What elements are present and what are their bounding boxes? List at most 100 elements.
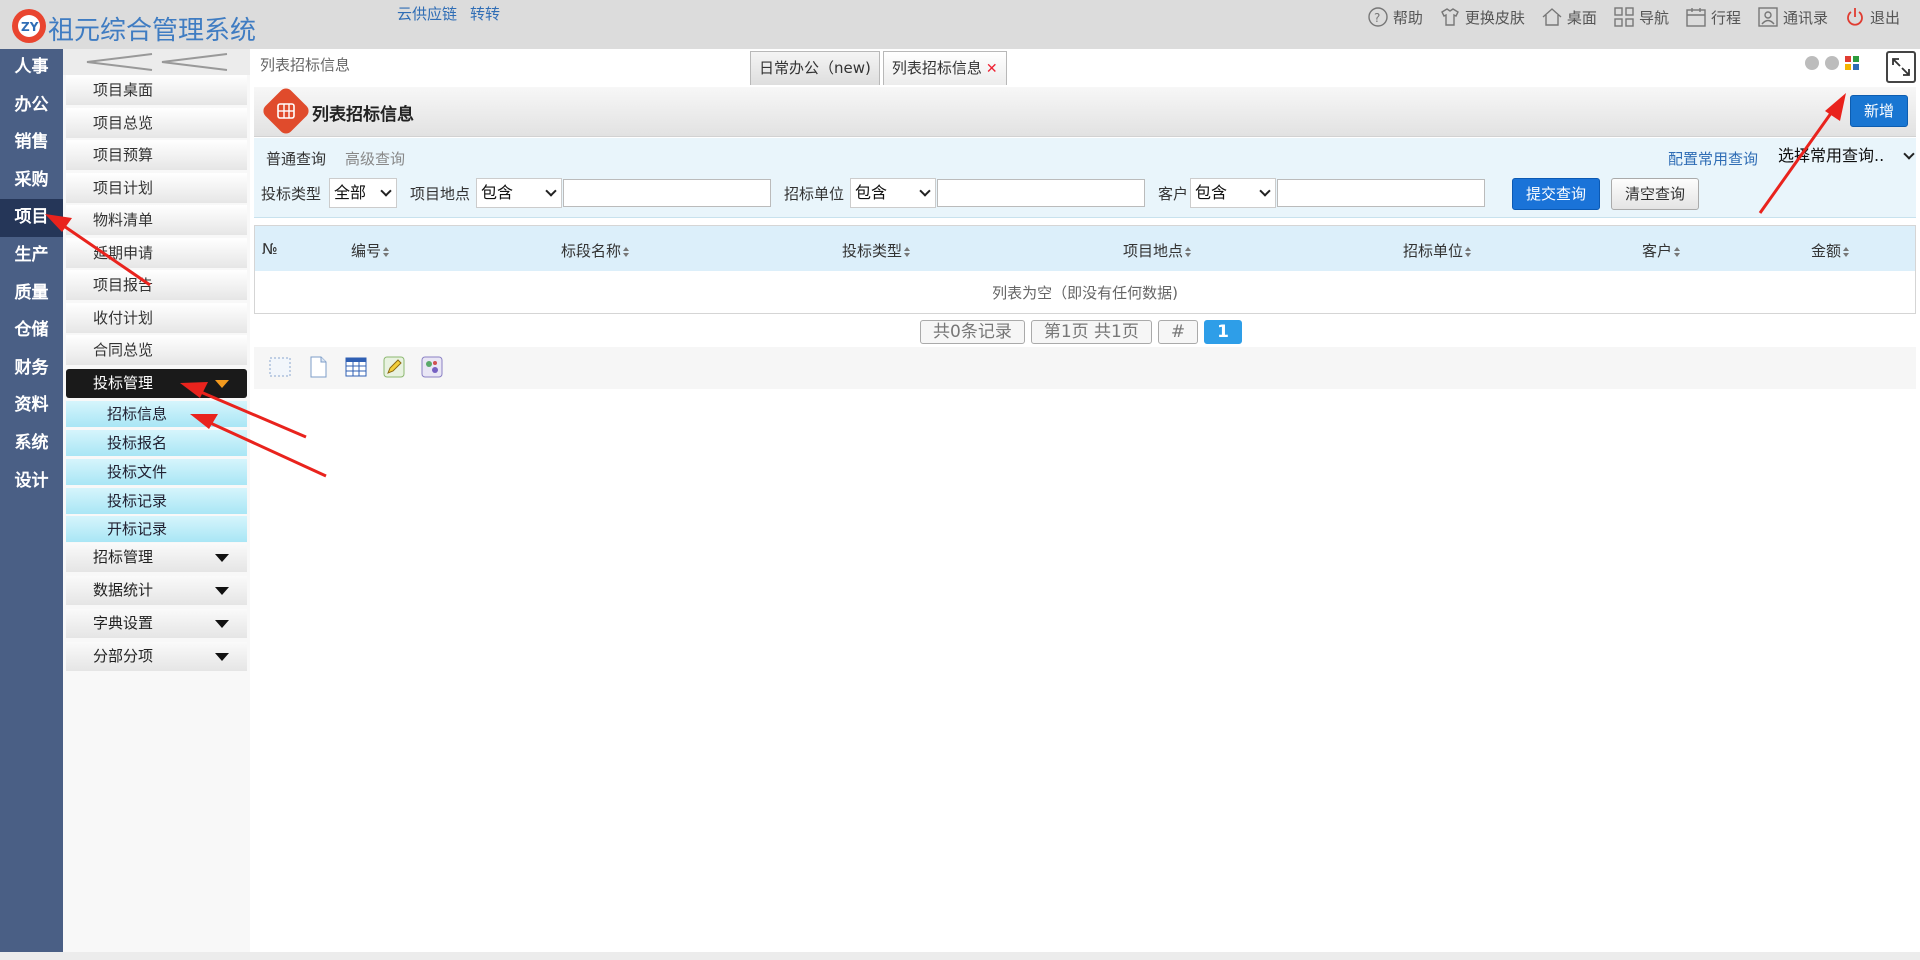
nav-item-hr[interactable]: 人事 bbox=[0, 49, 63, 87]
change-skin-button[interactable]: 更换皮肤 bbox=[1439, 6, 1525, 28]
column-header-location[interactable]: 项目地点 bbox=[1123, 240, 1192, 261]
column-header-no: № bbox=[262, 240, 278, 258]
tender-unit-operator-select[interactable]: 包含 bbox=[850, 178, 936, 208]
location-input[interactable] bbox=[563, 179, 771, 207]
app-title: 祖元综合管理系统 bbox=[48, 16, 257, 46]
page-title: 列表招标信息 bbox=[312, 105, 414, 125]
submenu-item-project-report[interactable]: 项目报告 bbox=[66, 270, 247, 300]
top-link-zhuanzhuan[interactable]: 转转 bbox=[470, 3, 500, 24]
home-icon bbox=[1542, 8, 1562, 26]
contacts-icon bbox=[1758, 7, 1778, 27]
desktop-button[interactable]: 桌面 bbox=[1541, 6, 1597, 28]
nav-item-finance[interactable]: 财务 bbox=[0, 350, 63, 388]
contacts-button[interactable]: 通讯录 bbox=[1757, 6, 1828, 28]
grid-icon bbox=[1614, 7, 1634, 27]
nav-item-quality[interactable]: 质量 bbox=[0, 275, 63, 313]
submit-query-button[interactable]: 提交查询 bbox=[1512, 178, 1600, 210]
column-header-bid-type[interactable]: 投标类型 bbox=[842, 240, 911, 261]
chevron-down-icon bbox=[1259, 185, 1271, 197]
submenu-item-bom[interactable]: 物料清单 bbox=[66, 205, 247, 235]
submenu-group-tender-management[interactable]: 招标管理 bbox=[66, 543, 247, 572]
grid-header: № 编号 标段名称 投标类型 项目地点 招标单位 客户 金额 bbox=[255, 226, 1915, 271]
saved-query-select[interactable]: 选择常用查询.. bbox=[1774, 142, 1919, 172]
clear-query-button[interactable]: 清空查询 bbox=[1611, 178, 1699, 210]
select-columns-icon[interactable] bbox=[268, 355, 292, 379]
nav-item-data[interactable]: 资料 bbox=[0, 387, 63, 425]
fullscreen-button[interactable] bbox=[1886, 51, 1916, 83]
nav-item-design[interactable]: 设计 bbox=[0, 463, 63, 501]
help-icon: ? bbox=[1368, 7, 1388, 27]
add-button[interactable]: 新增 bbox=[1850, 95, 1908, 127]
tender-unit-input[interactable] bbox=[937, 179, 1145, 207]
close-icon[interactable]: ✕ bbox=[986, 61, 998, 77]
submenu-group-dictionary[interactable]: 字典设置 bbox=[66, 609, 247, 638]
collapse-menu-button[interactable] bbox=[63, 49, 250, 75]
config-query-link[interactable]: 配置常用查询 bbox=[1668, 148, 1758, 169]
submenu-group-label: 招标管理 bbox=[93, 548, 154, 566]
nav-item-sales[interactable]: 销售 bbox=[0, 124, 63, 162]
expand-icon bbox=[1892, 58, 1910, 76]
column-header-code[interactable]: 编号 bbox=[351, 240, 390, 261]
nav-item-purchase[interactable]: 采购 bbox=[0, 162, 63, 200]
calendar-icon bbox=[1686, 8, 1706, 27]
submenu-group-label: 分部分项 bbox=[93, 647, 154, 665]
submenu-item-payment-plan[interactable]: 收付计划 bbox=[66, 303, 247, 333]
navigation-button[interactable]: 导航 bbox=[1613, 6, 1669, 28]
submenu-child-bid-documents[interactable]: 投标文件 bbox=[66, 459, 247, 485]
tab-list-icon[interactable] bbox=[1845, 56, 1859, 70]
bid-type-select[interactable]: 全部 bbox=[329, 178, 397, 208]
table-icon bbox=[260, 85, 312, 137]
bid-type-label: 投标类型 bbox=[261, 185, 322, 203]
tab-prev-icon[interactable] bbox=[1805, 56, 1819, 70]
location-operator-select[interactable]: 包含 bbox=[476, 178, 562, 208]
schedule-button[interactable]: 行程 bbox=[1685, 6, 1741, 28]
submenu-item-project-desktop[interactable]: 项目桌面 bbox=[66, 75, 247, 105]
pager-page-info: 第1页 共1页 bbox=[1030, 320, 1152, 344]
submenu-group-label: 投标管理 bbox=[93, 374, 154, 392]
column-header-amount[interactable]: 金额 bbox=[1811, 240, 1850, 261]
grid-toolbar bbox=[254, 347, 1916, 389]
sort-icon bbox=[1185, 246, 1192, 257]
tab-normal-query[interactable]: 普通查询 bbox=[266, 148, 326, 169]
nav-item-production[interactable]: 生产 bbox=[0, 237, 63, 275]
edit-pencil-icon[interactable] bbox=[382, 355, 406, 379]
submenu-item-project-overview[interactable]: 项目总览 bbox=[66, 108, 247, 138]
help-button[interactable]: ? 帮助 bbox=[1367, 6, 1423, 28]
nav-item-warehouse[interactable]: 仓储 bbox=[0, 312, 63, 350]
pager-goto-button[interactable]: # bbox=[1157, 320, 1199, 344]
left-nav: 人事 办公 销售 采购 项目 生产 质量 仓储 财务 资料 系统 设计 bbox=[0, 49, 63, 960]
submenu-item-project-budget[interactable]: 项目预算 bbox=[66, 140, 247, 170]
tab-tender-list[interactable]: 列表招标信息 ✕ bbox=[882, 51, 1007, 85]
submenu-item-delay-request[interactable]: 延期申请 bbox=[66, 238, 247, 268]
customer-input[interactable] bbox=[1277, 179, 1485, 207]
submenu-child-bid-records[interactable]: 投标记录 bbox=[66, 488, 247, 514]
submenu-child-tender-info[interactable]: 招标信息 bbox=[66, 401, 247, 427]
export-document-icon[interactable] bbox=[306, 355, 330, 379]
column-header-customer[interactable]: 客户 bbox=[1642, 240, 1681, 261]
table-view-icon[interactable] bbox=[344, 355, 368, 379]
pager-current-page[interactable]: 1 bbox=[1204, 320, 1242, 344]
tab-advanced-query[interactable]: 高级查询 bbox=[345, 148, 405, 169]
nav-item-system[interactable]: 系统 bbox=[0, 425, 63, 463]
bottom-strip bbox=[0, 952, 1920, 960]
top-link-supply-chain[interactable]: 云供应链 bbox=[397, 3, 457, 24]
submenu-group-subdivisions[interactable]: 分部分项 bbox=[66, 642, 247, 671]
submenu-item-contract-overview[interactable]: 合同总览 bbox=[66, 335, 247, 365]
tab-daily-office[interactable]: 日常办公（new) bbox=[750, 51, 880, 85]
power-icon bbox=[1847, 8, 1863, 26]
puzzle-icon[interactable] bbox=[420, 355, 444, 379]
nav-item-office[interactable]: 办公 bbox=[0, 87, 63, 125]
nav-item-project[interactable]: 项目 bbox=[0, 199, 63, 237]
logout-button[interactable]: 退出 bbox=[1844, 6, 1900, 28]
customer-operator-select[interactable]: 包含 bbox=[1190, 178, 1276, 208]
submenu-item-project-plan[interactable]: 项目计划 bbox=[66, 173, 247, 203]
submenu-group-statistics[interactable]: 数据统计 bbox=[66, 576, 247, 605]
submenu-child-bid-opening-records[interactable]: 开标记录 bbox=[66, 516, 247, 542]
tab-next-icon[interactable] bbox=[1825, 56, 1839, 70]
sort-icon bbox=[623, 246, 630, 257]
sort-icon bbox=[383, 246, 390, 257]
submenu-child-bid-registration[interactable]: 投标报名 bbox=[66, 430, 247, 456]
submenu-group-bid-management[interactable]: 投标管理 bbox=[66, 369, 247, 398]
column-header-section-name[interactable]: 标段名称 bbox=[561, 240, 630, 261]
column-header-tender-unit[interactable]: 招标单位 bbox=[1403, 240, 1472, 261]
